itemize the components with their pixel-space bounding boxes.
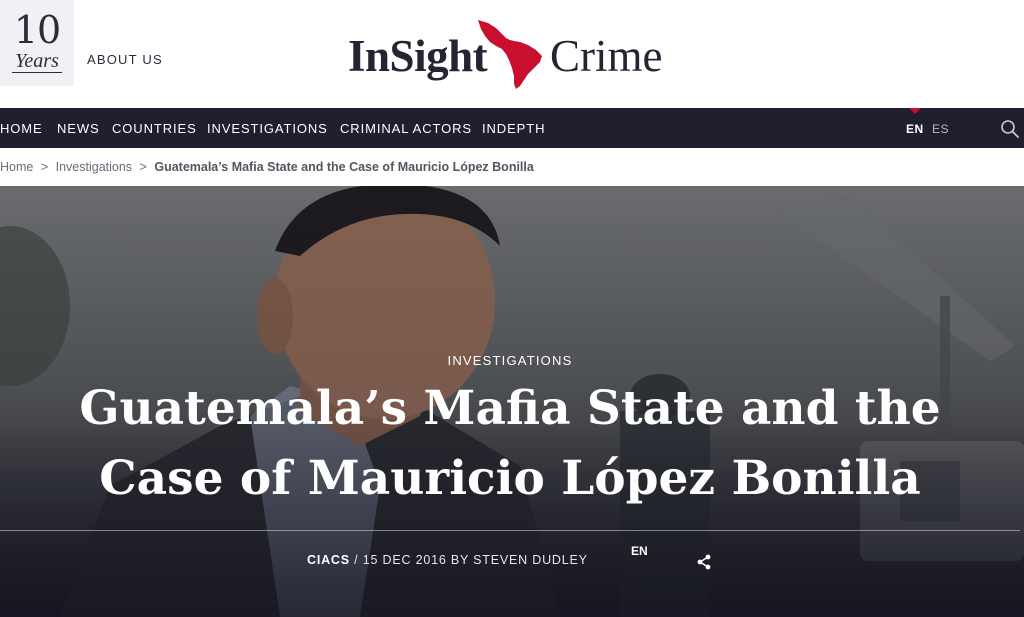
language-en[interactable]: EN	[906, 122, 924, 136]
byline-category[interactable]: CIACS	[307, 553, 350, 567]
site-header: 10 Years ABOUT US InSight Crime	[0, 0, 1024, 108]
ten-years-label: Years	[12, 50, 62, 73]
ten-years-number: 10	[13, 8, 61, 52]
nav-item-investigations[interactable]: INVESTIGATIONS	[207, 121, 328, 136]
latin-america-map-icon	[478, 20, 542, 89]
breadcrumb-current: Guatemala’s Mafia State and the Case of …	[154, 160, 534, 174]
article-hero: INVESTIGATIONS Guatemala’s Mafia State a…	[0, 186, 1024, 617]
language-es[interactable]: ES	[932, 122, 949, 136]
nav-item-home[interactable]: HOME	[0, 121, 43, 136]
article-language[interactable]: EN	[631, 544, 648, 558]
ten-years-badge[interactable]: 10 Years	[0, 0, 74, 86]
breadcrumb-separator: >	[139, 160, 147, 174]
logo-word-insight: InSight	[348, 31, 488, 81]
article-title: Guatemala’s Mafia State and the Case of …	[79, 381, 941, 506]
share-button[interactable]	[695, 553, 713, 571]
breadcrumb: Home > Investigations > Guatemala’s Mafi…	[0, 148, 1024, 186]
share-icon	[697, 554, 711, 570]
breadcrumb-separator: >	[40, 160, 49, 174]
breadcrumb-investigations[interactable]: Investigations	[56, 160, 132, 174]
byline-meta: / 15 DEC 2016 BY STEVEN DUDLEY	[349, 553, 588, 567]
nav-item-countries[interactable]: COUNTRIES	[112, 121, 197, 136]
active-language-marker	[909, 108, 921, 114]
nav-item-indepth[interactable]: INDEPTH	[482, 121, 545, 136]
article-category[interactable]: INVESTIGATIONS	[0, 353, 1020, 368]
main-nav: HOME NEWS COUNTRIES INVESTIGATIONS CRIMI…	[0, 108, 1024, 148]
search-button[interactable]	[1000, 119, 1020, 139]
site-logo[interactable]: InSight Crime	[348, 18, 678, 89]
nav-item-criminal-actors[interactable]: CRIMINAL ACTORS	[340, 121, 472, 136]
nav-item-news[interactable]: NEWS	[57, 121, 100, 136]
hero-divider	[0, 530, 1020, 531]
search-icon	[1001, 120, 1019, 138]
logo-word-crime: Crime	[550, 31, 663, 81]
breadcrumb-home[interactable]: Home	[0, 160, 33, 174]
article-byline: CIACS / 15 DEC 2016 BY STEVEN DUDLEY	[307, 553, 588, 567]
about-us-link[interactable]: ABOUT US	[87, 52, 163, 67]
